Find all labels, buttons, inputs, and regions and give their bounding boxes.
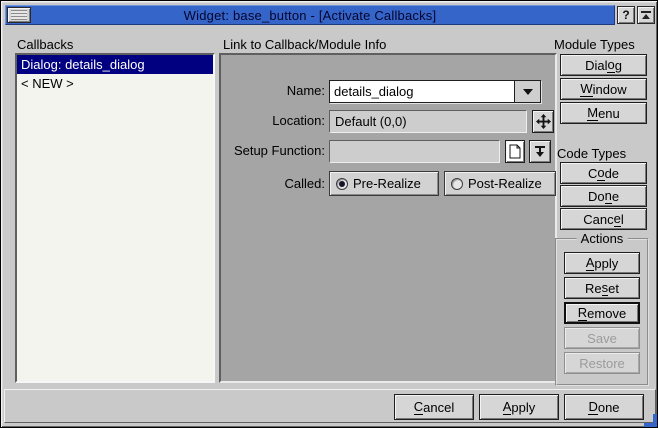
name-combobox[interactable]: details_dialog: [329, 80, 541, 103]
list-item[interactable]: Dialog: details_dialog: [17, 55, 213, 74]
remove-action-button[interactable]: Remove: [564, 302, 640, 324]
menu-type-button[interactable]: Menu: [560, 102, 647, 124]
push-down-icon: [533, 145, 547, 158]
radio-post-realize[interactable]: Post-Realize: [444, 171, 556, 196]
list-item[interactable]: < NEW >: [17, 74, 213, 93]
callbacks-list[interactable]: Dialog: details_dialog < NEW >: [15, 53, 215, 383]
move-icon: [536, 114, 551, 129]
called-label: Called:: [225, 171, 325, 196]
dialog-window: Widget: base_button - [Activate Callback…: [0, 0, 658, 428]
location-label: Location:: [225, 110, 325, 132]
setup-function-field[interactable]: [329, 140, 500, 163]
name-label: Name:: [225, 80, 325, 102]
done-type-button[interactable]: Done: [560, 185, 647, 207]
cancel-button[interactable]: Cancel: [394, 394, 474, 420]
restore-action-button[interactable]: Restore: [564, 352, 640, 374]
location-field[interactable]: Default (0,0): [329, 110, 527, 133]
push-function-button[interactable]: [529, 140, 551, 163]
dialog-type-button[interactable]: Dialog: [560, 54, 647, 76]
apply-button[interactable]: Apply: [479, 394, 559, 420]
code-types-label: Code Types: [557, 146, 626, 161]
radio-pre-realize-label: Pre-Realize: [353, 176, 421, 191]
setup-function-label: Setup Function:: [225, 140, 325, 162]
name-dropdown-button[interactable]: [514, 81, 540, 102]
title-row: Widget: base_button - [Activate Callback…: [5, 5, 655, 25]
titlebar[interactable]: Widget: base_button - [Activate Callback…: [5, 5, 615, 25]
done-button[interactable]: Done: [564, 394, 644, 420]
new-function-button[interactable]: [505, 140, 525, 163]
apply-action-button[interactable]: Apply: [564, 252, 640, 274]
window-type-button[interactable]: Window: [560, 78, 647, 100]
help-icon: ?: [622, 8, 629, 22]
info-panel-label: Link to Callback/Module Info: [223, 37, 386, 52]
chevron-down-icon: [523, 89, 533, 95]
radio-post-realize-label: Post-Realize: [468, 176, 542, 191]
callbacks-label: Callbacks: [17, 37, 73, 52]
info-panel: Name: details_dialog Location: Default (…: [219, 53, 557, 383]
radio-pre-realize[interactable]: Pre-Realize: [329, 171, 439, 196]
radio-icon: [451, 178, 463, 190]
shade-icon: [640, 10, 652, 21]
resize-grip[interactable]: [644, 414, 657, 427]
shade-button[interactable]: [637, 6, 655, 24]
window-title: Widget: base_button - [Activate Callback…: [6, 8, 614, 23]
save-action-button[interactable]: Save: [564, 327, 640, 349]
actions-group: Actions Apply Reset Remove Save Restore: [555, 238, 649, 386]
new-file-icon: [509, 144, 521, 159]
actions-label: Actions: [577, 231, 628, 246]
reset-action-button[interactable]: Reset: [564, 277, 640, 299]
name-value[interactable]: details_dialog: [330, 81, 514, 102]
radio-icon: [336, 178, 348, 190]
cancel-type-button[interactable]: Cancel: [560, 208, 647, 230]
module-types-label: Module Types: [554, 37, 635, 52]
location-move-button[interactable]: [532, 110, 554, 133]
help-button[interactable]: ?: [617, 6, 635, 24]
code-button[interactable]: Code: [560, 162, 647, 184]
